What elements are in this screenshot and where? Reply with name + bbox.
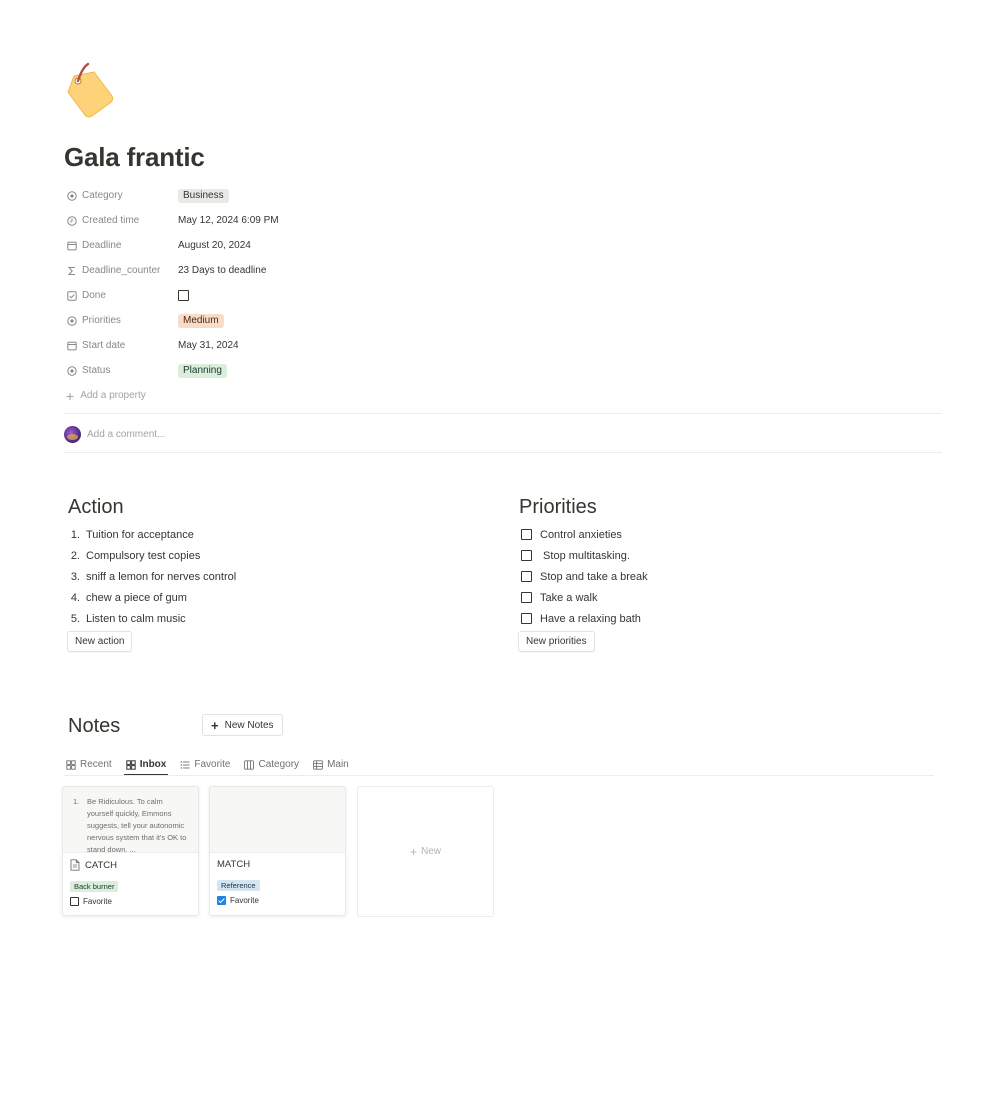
comment-input[interactable]: Add a comment... (87, 429, 165, 440)
select-icon (67, 315, 77, 326)
plus-icon: + (409, 844, 417, 859)
property-name: Deadline (82, 240, 122, 251)
property-deadline[interactable]: Deadline August 20, 2024 (64, 233, 944, 258)
property-status[interactable]: Status Planning (64, 358, 944, 383)
start-date-value[interactable]: May 31, 2024 (178, 340, 239, 351)
property-name: Status (82, 365, 111, 376)
card-title: CATCH (85, 859, 118, 871)
todo-checkbox[interactable] (521, 550, 532, 561)
tab-category[interactable]: Category (242, 754, 301, 775)
todo-item[interactable]: Stop and take a break (521, 566, 648, 587)
divider (64, 413, 942, 414)
gallery-card-catch[interactable]: 1. Be Ridiculous. To calm yourself quickl… (62, 786, 199, 916)
done-checkbox[interactable] (178, 290, 189, 301)
property-name: Category (82, 190, 123, 201)
property-name: Created time (82, 215, 140, 226)
property-name: Start date (82, 340, 126, 351)
calendar-icon (67, 341, 77, 350)
property-name: Priorities (82, 315, 121, 326)
tabs-divider (64, 775, 934, 776)
select-icon (67, 365, 77, 376)
document-icon (70, 859, 80, 871)
created-time-value: May 12, 2024 6:09 PM (178, 215, 279, 226)
priorities-list: Control anxieties Stop multitasking. Sto… (521, 524, 648, 629)
clock-icon (67, 215, 77, 226)
card-tag: Reference (217, 880, 260, 891)
gallery-icon (66, 759, 76, 770)
card-preview: 1. Be Ridiculous. To calm yourself quickl… (63, 787, 198, 853)
select-icon (67, 190, 77, 201)
todo-item[interactable]: Have a relaxing bath (521, 608, 648, 629)
deadline-counter-value: 23 Days to deadline (178, 265, 267, 276)
todo-checkbox[interactable] (521, 613, 532, 624)
plus-icon: + (211, 717, 219, 733)
property-name: Deadline_counter (82, 265, 161, 276)
action-item[interactable]: 5. Listen to calm music (62, 608, 236, 629)
new-notes-button[interactable]: + New Notes (202, 714, 283, 736)
action-list: 1. Tuition for acceptance 2. Compulsory te… (62, 524, 236, 629)
new-action-button[interactable]: New action (67, 631, 133, 652)
action-item[interactable]: 3. sniff a lemon for nerves control (62, 566, 236, 587)
comment-bar[interactable]: Add a comment... (64, 426, 165, 443)
new-priorities-button[interactable]: New priorities (518, 631, 595, 652)
action-heading: Action (68, 496, 124, 518)
divider (64, 452, 942, 453)
gallery-icon (125, 759, 136, 770)
tab-inbox[interactable]: Inbox (123, 754, 169, 776)
tab-main[interactable]: Main (311, 754, 351, 775)
board-icon (244, 759, 255, 770)
card-title: MATCH (217, 859, 251, 870)
sigma-icon (67, 266, 75, 275)
checkbox-icon (67, 290, 77, 301)
tab-favorite[interactable]: Favorite (178, 754, 232, 775)
list-icon (180, 760, 190, 769)
favorite-checkbox[interactable] (70, 897, 79, 906)
priorities-heading: Priorities (519, 496, 597, 518)
property-list: Category Business Created time May 12, 2… (64, 183, 944, 408)
todo-checkbox[interactable] (521, 571, 532, 582)
action-item[interactable]: 1. Tuition for acceptance (62, 524, 236, 545)
plus-icon: + (66, 387, 75, 404)
status-tag[interactable]: Planning (178, 363, 227, 378)
card-preview-text: Be Ridiculous. To calm yourself quickly,… (87, 797, 187, 853)
gallery-card-match[interactable]: MATCH Reference Favorite (209, 786, 346, 916)
action-item[interactable]: 2. Compulsory test copies (62, 545, 236, 566)
calendar-icon (67, 241, 77, 250)
todo-item[interactable]: Take a walk (521, 587, 648, 608)
card-preview (210, 787, 345, 853)
todo-item[interactable]: Stop multitasking. (521, 545, 648, 566)
property-start-date[interactable]: Start date May 31, 2024 (64, 333, 944, 358)
notes-heading: Notes (68, 715, 121, 737)
deadline-value[interactable]: August 20, 2024 (178, 240, 251, 251)
add-property-button[interactable]: + Add a property (64, 383, 944, 408)
todo-checkbox[interactable] (521, 592, 532, 603)
tab-recent[interactable]: Recent (64, 754, 114, 775)
card-tag: Back burner (70, 881, 119, 892)
table-icon (313, 759, 323, 770)
card-favorite[interactable]: Favorite (217, 896, 338, 905)
property-done[interactable]: Done (64, 283, 944, 308)
property-priorities[interactable]: Priorities Medium (64, 308, 944, 333)
card-favorite[interactable]: Favorite (70, 897, 191, 906)
page-title[interactable]: Gala frantic (64, 142, 205, 173)
property-deadline-counter[interactable]: Deadline_counter 23 Days to deadline (64, 258, 944, 283)
todo-item[interactable]: Control anxieties (521, 524, 648, 545)
favorite-checkbox[interactable] (217, 896, 226, 905)
property-category[interactable]: Category Business (64, 183, 944, 208)
property-created-time[interactable]: Created time May 12, 2024 6:09 PM (64, 208, 944, 233)
add-property-label: Add a property (80, 390, 146, 401)
tag-emoji-icon[interactable] (64, 60, 116, 118)
priority-tag[interactable]: Medium (178, 313, 224, 328)
property-name: Done (82, 290, 106, 301)
avatar (64, 426, 81, 443)
todo-checkbox[interactable] (521, 529, 532, 540)
category-tag[interactable]: Business (178, 188, 229, 203)
new-card-button[interactable]: + New (357, 786, 494, 917)
view-tabs: Recent Inbox Favorite Category Main (64, 754, 361, 776)
action-item[interactable]: 4. chew a piece of gum (62, 587, 236, 608)
